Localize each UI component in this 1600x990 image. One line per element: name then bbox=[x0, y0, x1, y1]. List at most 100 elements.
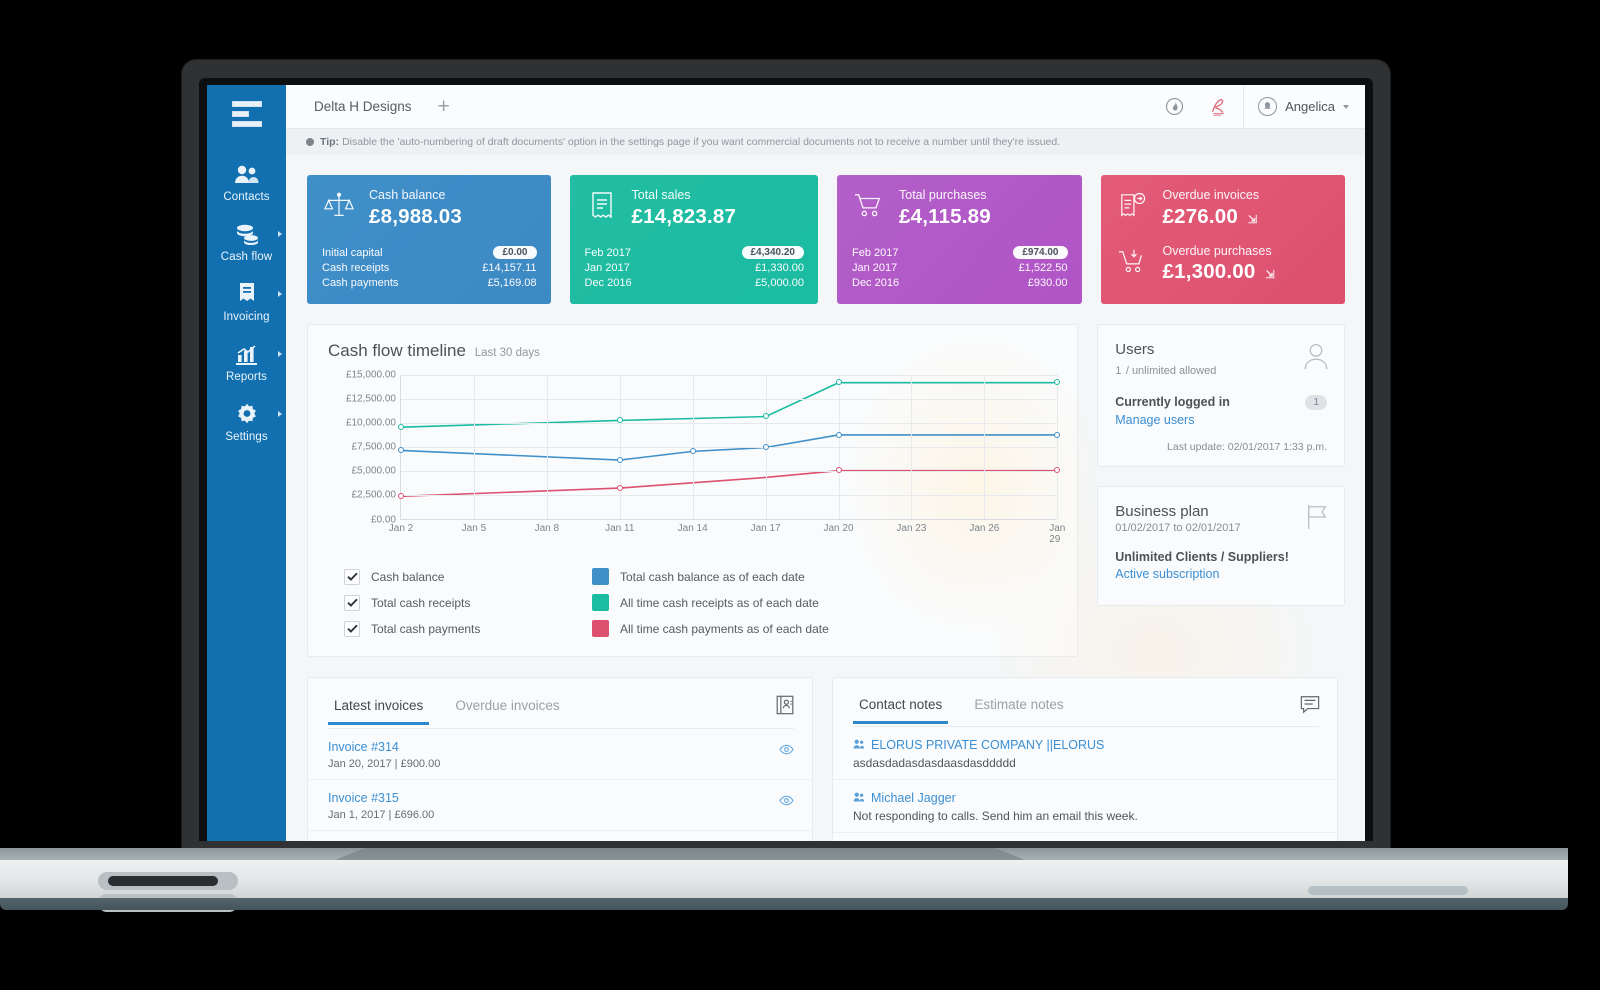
kpi-row-label: Feb 2017 bbox=[584, 246, 631, 259]
sidebar-item-cash-flow[interactable]: Cash flow bbox=[207, 211, 286, 271]
active-subscription-link[interactable]: Active subscription bbox=[1115, 567, 1327, 581]
chart-title: Cash flow timeline bbox=[328, 340, 466, 360]
tab-overdue-invoices[interactable]: Overdue invoices bbox=[449, 698, 565, 725]
notes-panel: Contact notes Estimate notes ELORUS PRIV… bbox=[832, 676, 1338, 841]
kpi-row-value: £1,330.00 bbox=[755, 262, 804, 275]
chart-data-point[interactable] bbox=[616, 417, 623, 424]
legend-color-swatch bbox=[592, 620, 609, 638]
note-contact-link[interactable]: ELORUS PRIVATE COMPANY ||ELORUS bbox=[853, 738, 1319, 752]
checkbox-icon[interactable] bbox=[344, 568, 360, 585]
tabs-divider bbox=[853, 725, 1319, 727]
legend-toggle-label: Total cash payments bbox=[371, 621, 481, 636]
invoice-link[interactable]: Invoice #314 bbox=[328, 740, 779, 754]
overdue-purchases-text: Overdue purchases £1,300.00 ⇲ bbox=[1163, 244, 1275, 285]
list-item[interactable]: Michael Jagger Not responding to calls. … bbox=[833, 780, 1337, 833]
chart-data-point[interactable] bbox=[835, 467, 842, 474]
chart-data-point[interactable] bbox=[835, 431, 842, 438]
kpi-row-label: Feb 2017 bbox=[852, 246, 899, 259]
chart-data-point[interactable] bbox=[1054, 379, 1061, 386]
eye-icon[interactable] bbox=[779, 793, 794, 811]
tabs-divider bbox=[328, 727, 794, 729]
brand-logo-icon[interactable] bbox=[1197, 85, 1243, 128]
checkbox-icon[interactable] bbox=[344, 594, 360, 611]
tab-contact-notes[interactable]: Contact notes bbox=[853, 697, 949, 724]
sidebar-item-settings[interactable]: Settings bbox=[207, 391, 286, 451]
workspace-tab[interactable]: Delta H Designs bbox=[314, 99, 412, 114]
list-item[interactable]: Invoice #314 Jan 20, 2017 | £900.00 bbox=[308, 729, 812, 780]
y-axis-tick-label: £2,500.00 bbox=[351, 489, 397, 501]
chart-data-point[interactable] bbox=[835, 379, 842, 386]
legend-toggle-row[interactable]: Total cash receipts bbox=[344, 590, 592, 616]
chart-data-point[interactable] bbox=[616, 456, 623, 463]
chart-data-point[interactable] bbox=[1054, 467, 1061, 474]
return-arrow-icon: ⇲ bbox=[1265, 269, 1275, 282]
kpi-header: Cash balance £8,988.03 bbox=[322, 188, 537, 229]
chart-data-point[interactable] bbox=[398, 492, 404, 499]
note-text: asdasdadasdasdaasdasddddd bbox=[853, 755, 1016, 770]
kpi-card-total-purchases[interactable]: Total purchases £4,115.89 Feb 2017 £974.… bbox=[837, 175, 1082, 304]
users-panel: Users 1 / unlimited allowed Currently lo… bbox=[1097, 323, 1345, 467]
eye-icon[interactable] bbox=[779, 742, 794, 760]
kpi-card-overdue[interactable]: Overdue invoices £276.00 ⇲ Overdue purch… bbox=[1100, 175, 1345, 304]
checkbox-icon[interactable] bbox=[344, 620, 360, 637]
tab-estimate-notes[interactable]: Estimate notes bbox=[968, 697, 1069, 724]
manage-users-link[interactable]: Manage users bbox=[1115, 413, 1327, 427]
business-plan-title: Business plan bbox=[1115, 502, 1209, 520]
cash-flow-chart: £0.00 £2,500.00 £5,000.00 £7,500.00 £10,000.… bbox=[328, 369, 1065, 545]
chart-data-point[interactable] bbox=[762, 413, 769, 420]
list-item[interactable]: ELORUS PRIVATE COMPANY ||ELORUS asdasdad… bbox=[833, 727, 1337, 780]
gridline-vertical bbox=[1057, 374, 1059, 519]
chart-data-point[interactable] bbox=[616, 484, 623, 491]
kpi-row-label: Jan 2017 bbox=[852, 262, 898, 275]
kpi-row-label: Dec 2016 bbox=[584, 277, 632, 290]
kpi-card-total-sales[interactable]: Total sales £14,823.87 Feb 2017 £4,340.2… bbox=[569, 175, 818, 304]
gridline-horizontal bbox=[401, 447, 1058, 449]
chart-data-point[interactable] bbox=[398, 447, 404, 454]
sidebar-item-label: Cash flow bbox=[220, 251, 273, 263]
sidebar-item-contacts[interactable]: Contacts bbox=[207, 151, 286, 211]
overdue-invoices-block[interactable]: Overdue invoices £276.00 ⇲ bbox=[1116, 188, 1332, 229]
invoice-link[interactable]: Invoice #315 bbox=[328, 791, 779, 805]
info-dot-icon bbox=[306, 138, 314, 146]
gridline-vertical bbox=[619, 374, 621, 519]
note-contact-name: Michael Jagger bbox=[871, 790, 956, 805]
y-axis-tick-label: £7,500.00 bbox=[351, 441, 397, 453]
avatar-icon bbox=[1258, 97, 1278, 116]
address-book-icon[interactable] bbox=[774, 694, 796, 721]
chart-data-point[interactable] bbox=[1054, 431, 1061, 438]
chart-data-point[interactable] bbox=[689, 447, 696, 454]
y-axis-tick-label: £15,000.00 bbox=[345, 369, 396, 381]
legend-toggle-row[interactable]: Total cash payments bbox=[344, 616, 592, 642]
list-item[interactable]: Invoice #315 Jan 1, 2017 | £696.00 bbox=[308, 780, 812, 831]
list-item[interactable]: Invoice #313 bbox=[308, 831, 812, 841]
business-plan-headline-row: Unlimited Clients / Suppliers! bbox=[1115, 550, 1327, 564]
user-outline-icon bbox=[1302, 341, 1330, 376]
user-menu[interactable]: Angelica bbox=[1243, 85, 1365, 128]
kpi-breakdown-row: Feb 2017 £4,340.20 bbox=[584, 245, 804, 261]
flame-icon[interactable] bbox=[1151, 85, 1197, 128]
x-axis-tick-label: Jan 11 bbox=[605, 522, 635, 534]
note-contact-link[interactable]: Michael Jagger bbox=[853, 791, 1319, 805]
sidebar-item-invoicing[interactable]: Invoicing bbox=[207, 271, 286, 331]
x-axis-tick-label: Jan 5 bbox=[461, 522, 487, 534]
add-tab-button[interactable]: + bbox=[438, 96, 450, 117]
chart-data-point[interactable] bbox=[398, 423, 404, 430]
kpi-text: Total sales £14,823.87 bbox=[632, 188, 737, 229]
legend-color-swatch bbox=[592, 594, 609, 612]
bottom-panels-row: Latest invoices Overdue invoices Invoice… bbox=[286, 657, 1365, 841]
legend-toggle-row[interactable]: Cash balance bbox=[344, 564, 592, 590]
chart-data-point[interactable] bbox=[762, 444, 769, 451]
comment-icon[interactable] bbox=[1299, 694, 1321, 719]
legend-series-row: Total cash balance as of each date bbox=[592, 564, 1057, 590]
chevron-right-icon bbox=[278, 411, 282, 417]
kpi-row-value: £5,169.08 bbox=[487, 277, 537, 290]
gridline-horizontal bbox=[401, 422, 1058, 424]
kpi-card-cash-balance[interactable]: Cash balance £8,988.03 Initial capital £… bbox=[307, 175, 551, 304]
sidebar-item-reports[interactable]: Reports bbox=[207, 331, 286, 391]
elorus-logo[interactable] bbox=[231, 101, 262, 127]
app-screen: Contacts Cash flow Invoicing Reports Set… bbox=[207, 85, 1365, 841]
overdue-purchases-block[interactable]: Overdue purchases £1,300.00 ⇲ bbox=[1116, 244, 1332, 285]
x-axis-tick-label: Jan 14 bbox=[677, 522, 708, 534]
tab-latest-invoices[interactable]: Latest invoices bbox=[328, 698, 430, 725]
list-item[interactable]: Martin Freeman bbox=[833, 833, 1337, 841]
